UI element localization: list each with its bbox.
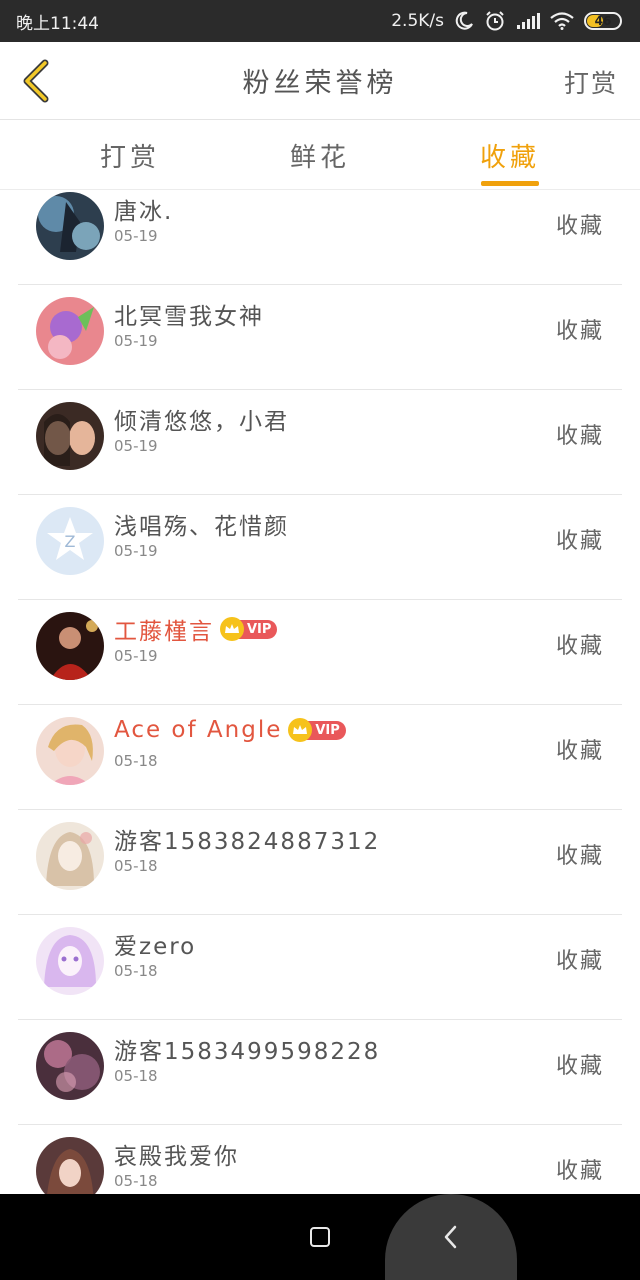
fan-date: 05-18 xyxy=(114,752,158,770)
wifi-icon xyxy=(550,12,574,30)
fan-action-label: 收藏 xyxy=(555,319,604,344)
signal-icon xyxy=(516,12,540,30)
fan-name: 哀殿我爱你 xyxy=(114,1144,239,1170)
system-nav-bar xyxy=(0,1194,640,1280)
tab-flowers[interactable]: 鲜花 xyxy=(260,120,380,190)
fan-date: 05-18 xyxy=(114,857,158,875)
fan-date: 05-19 xyxy=(114,542,158,560)
fan-name: 倾清悠悠，小君 xyxy=(114,409,289,435)
fan-action-label: 收藏 xyxy=(555,844,604,869)
home-square-icon[interactable] xyxy=(310,1227,330,1247)
chevron-left-icon xyxy=(23,59,49,103)
fan-name-text: 工藤槿言 xyxy=(114,619,214,645)
fan-action-label: 收藏 xyxy=(555,1054,604,1079)
fan-date: 05-19 xyxy=(114,332,158,350)
avatar[interactable] xyxy=(36,927,104,995)
fan-action-label: 收藏 xyxy=(555,634,604,659)
fan-name: 爱zero xyxy=(114,934,197,960)
status-icons: 2.5K/s 46 xyxy=(391,10,622,32)
fan-date: 05-19 xyxy=(114,437,158,455)
reward-button[interactable]: 打赏 xyxy=(564,64,618,100)
active-tab-indicator xyxy=(481,181,539,186)
list-item[interactable]: Z 浅唱殇、花惜颜 05-19 收藏 xyxy=(0,495,640,600)
vip-label: VIP xyxy=(306,720,346,740)
fan-name: 北冥雪我女神 xyxy=(114,304,264,330)
list-item[interactable]: 工藤槿言 VIP 05-19 收藏 xyxy=(0,600,640,705)
alarm-icon xyxy=(484,10,506,32)
fan-name: 唐冰. xyxy=(114,199,174,225)
fan-action-label: 收藏 xyxy=(555,949,604,974)
avatar[interactable] xyxy=(36,297,104,365)
list-item[interactable]: 北冥雪我女神 05-19 收藏 xyxy=(0,285,640,390)
list-item[interactable]: 游客1583499598228 05-18 收藏 xyxy=(0,1020,640,1125)
vip-badge: VIP xyxy=(288,718,346,742)
list-item[interactable]: 倾清悠悠，小君 05-19 收藏 xyxy=(0,390,640,495)
fan-action-label: 收藏 xyxy=(555,424,604,449)
battery-icon: 46 xyxy=(584,12,622,30)
tab-favorites[interactable]: 收藏 xyxy=(450,120,570,190)
list-item[interactable]: Ace of Angle VIP 05-18 收藏 xyxy=(0,705,640,810)
crown-icon xyxy=(220,617,244,641)
fan-name: 游客1583824887312 xyxy=(114,829,381,855)
fan-action-label: 收藏 xyxy=(555,1159,604,1184)
moon-icon xyxy=(454,11,474,31)
svg-text:Z: Z xyxy=(65,532,76,551)
avatar[interactable] xyxy=(36,1137,104,1194)
fan-name: 工藤槿言 VIP xyxy=(114,612,278,646)
avatar[interactable] xyxy=(36,1032,104,1100)
fan-name: 游客1583499598228 xyxy=(114,1039,381,1065)
avatar[interactable]: Z xyxy=(36,507,104,575)
back-button[interactable] xyxy=(16,58,56,104)
status-time: 晚上11:44 xyxy=(16,13,99,34)
fan-action-label: 收藏 xyxy=(555,529,604,554)
avatar[interactable] xyxy=(36,612,104,680)
fan-name-text: Ace of Angle xyxy=(114,717,283,743)
status-bar: 晚上11:44 2.5K/s 46 xyxy=(0,0,640,42)
avatar[interactable] xyxy=(36,192,104,260)
net-speed: 2.5K/s xyxy=(391,11,444,31)
list-item[interactable]: 唐冰. 05-19 收藏 xyxy=(0,190,640,285)
header: 粉丝荣誉榜 打赏 xyxy=(0,42,640,120)
fan-date: 05-19 xyxy=(114,647,158,665)
vip-badge: VIP xyxy=(220,617,278,641)
back-arrow-icon[interactable] xyxy=(385,1194,517,1280)
battery-level: 46 xyxy=(594,14,612,28)
avatar[interactable] xyxy=(36,717,104,785)
list-item[interactable]: 哀殿我爱你 05-18 收藏 xyxy=(0,1125,640,1194)
fan-action-label: 收藏 xyxy=(555,214,604,239)
fan-name: Ace of Angle VIP xyxy=(114,717,346,743)
tab-reward[interactable]: 打赏 xyxy=(70,120,190,190)
fan-date: 05-18 xyxy=(114,1067,158,1085)
avatar[interactable] xyxy=(36,822,104,890)
list-item[interactable]: 爱zero 05-18 收藏 xyxy=(0,915,640,1020)
fan-action-label: 收藏 xyxy=(555,739,604,764)
fan-date: 05-18 xyxy=(114,1172,158,1190)
tab-bar: 打赏 鲜花 收藏 xyxy=(0,120,640,190)
fan-name: 浅唱殇、花惜颜 xyxy=(114,514,289,540)
fan-date: 05-19 xyxy=(114,227,158,245)
page-title: 粉丝荣誉榜 xyxy=(242,68,398,99)
fan-list: 唐冰. 05-19 收藏 北冥雪我女神 05-19 收藏 倾清悠悠，小君 05-… xyxy=(0,190,640,1194)
avatar[interactable] xyxy=(36,402,104,470)
list-item[interactable]: 游客1583824887312 05-18 收藏 xyxy=(0,810,640,915)
fan-date: 05-18 xyxy=(114,962,158,980)
